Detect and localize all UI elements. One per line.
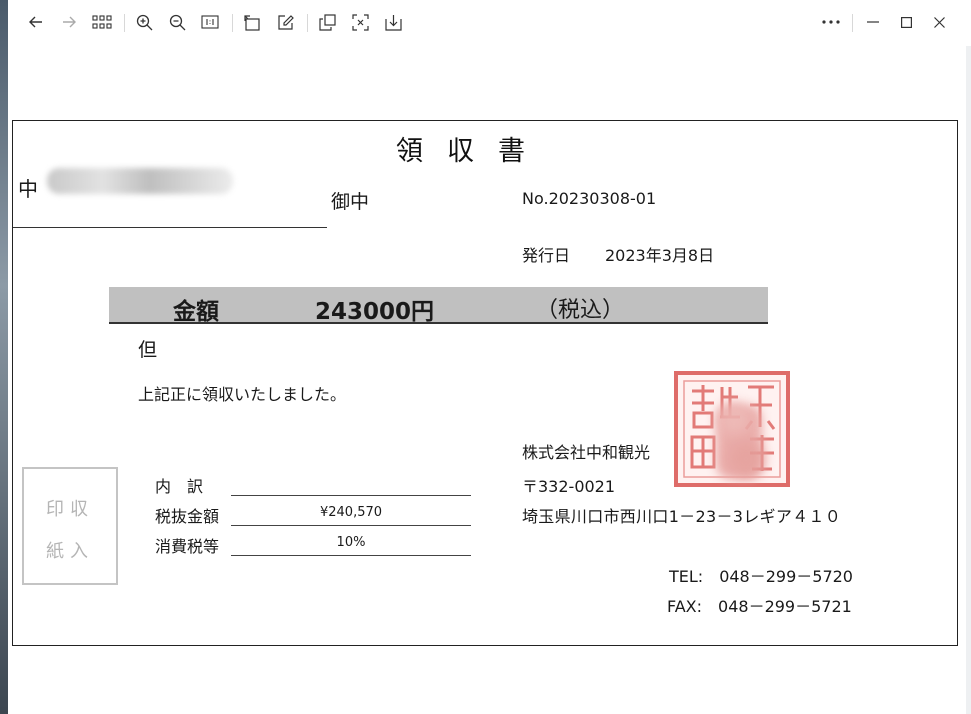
receipt-document: 領収書 中 御中 No.20230308-01 発行日 2023年3月8日 金額… [12,120,958,646]
amount-value: 243000円 [315,299,435,325]
scrollbar-track[interactable] [966,46,971,714]
close-icon [933,16,945,28]
pretax-value: ¥240,570 [319,505,383,520]
company-seal-stamp [674,371,790,487]
issue-date-value: 2023年3月8日 [605,246,715,265]
thumbnails-button[interactable] [88,8,116,36]
breakdown-line [231,495,471,496]
revenue-stamp-box: 印収 紙入 [22,467,118,585]
more-icon [822,20,840,24]
consumption-tax-label: 消費税等 [155,537,220,556]
actual-size-icon [201,15,219,29]
maximize-button[interactable] [892,8,920,36]
desktop-edge [0,0,8,714]
pretax-label: 税抜金額 [155,507,220,526]
stamp-box-line-2: 紙入 [46,541,94,562]
tax-included-note: （税込） [536,298,625,323]
toolbar-divider [852,14,853,32]
issuer-company: 株式会社中和観光 [522,443,651,462]
issuer-tel: TEL: 048－299－5720 [669,567,853,586]
receipt-title: 領収書 [396,136,549,167]
back-button[interactable] [22,8,50,36]
rotate-button[interactable] [238,8,266,36]
viewer-toolbar [8,0,971,46]
rotate-icon [244,14,260,31]
recipient-name: 中 [18,177,38,201]
breakdown-label: 内 訳 [155,477,204,496]
toolbar-divider [124,14,125,32]
amount-label: 金額 [173,299,219,325]
copy-icon [318,13,336,31]
edit-icon [277,14,294,30]
back-icon [29,16,42,28]
pretax-line [231,525,471,526]
minimize-icon [867,21,879,23]
zoom-out-button[interactable] [163,8,191,36]
forward-icon [63,16,76,28]
toolbar-divider [307,14,308,32]
edit-button[interactable] [271,8,299,36]
stamp-box-line-1: 印収 [46,499,94,520]
received-statement: 上記正に領収いたしました。 [138,385,347,404]
minimize-button[interactable] [859,8,887,36]
proviso-label: 但 [138,339,158,361]
ocr-button[interactable] [346,8,374,36]
issuer-address: 埼玉県川口市西川口1－23－3レギア４１０ [522,507,842,526]
consumption-tax-value: 10% [336,535,366,550]
zoom-in-icon [136,14,152,30]
consumption-tax-line [231,555,471,556]
actual-size-button[interactable] [196,8,224,36]
receipt-number: No.20230308-01 [522,189,657,208]
close-button[interactable] [925,8,953,36]
recipient-honorific: 御中 [331,191,370,213]
download-icon [384,14,402,31]
grid-icon [92,15,112,29]
copy-button[interactable] [313,8,341,36]
redacted-recipient [47,168,233,194]
issue-date-label: 発行日 [522,246,571,265]
download-button[interactable] [379,8,407,36]
forward-button[interactable] [55,8,83,36]
amount-bar: 金額 243000円 （税込） [109,287,768,325]
maximize-icon [900,16,912,28]
issuer-fax: FAX: 048－299－5721 [667,597,852,616]
toolbar-divider [232,14,233,32]
zoom-out-icon [169,14,185,30]
issuer-postal-code: 〒332-0021 [522,477,616,496]
zoom-in-button[interactable] [130,8,158,36]
recipient-underline [13,227,327,228]
more-options-button[interactable] [817,8,845,36]
ocr-icon [351,13,369,31]
